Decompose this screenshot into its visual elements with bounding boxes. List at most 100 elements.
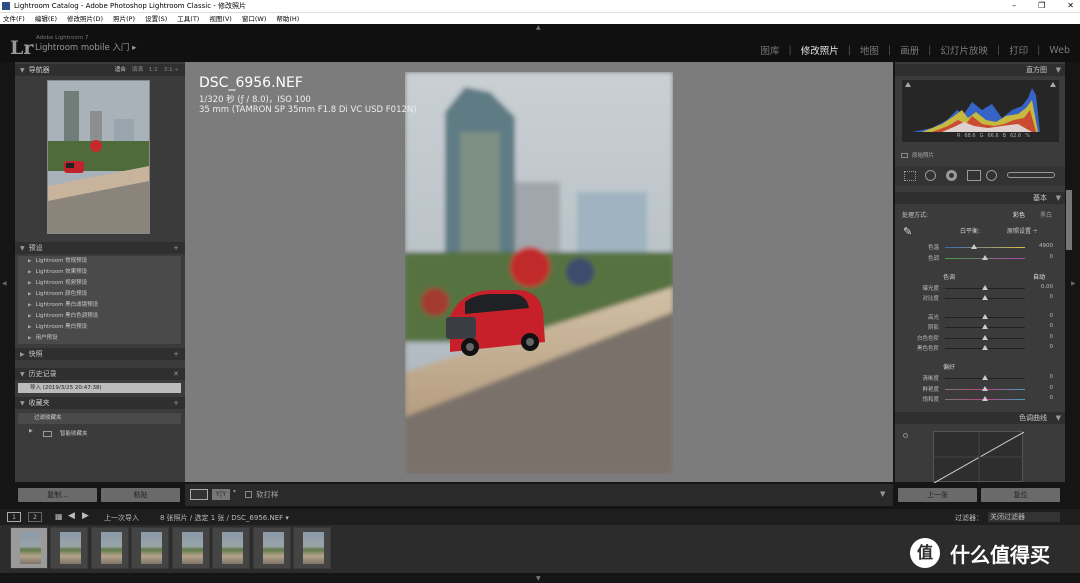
toolbar-menu-icon[interactable]: ▼ bbox=[880, 490, 885, 498]
exposure-slider[interactable]: 曝光度 0.00 bbox=[895, 284, 1065, 294]
module-develop[interactable]: 修改照片 bbox=[801, 43, 839, 57]
source-previous-import[interactable]: 上一次导入 bbox=[104, 513, 139, 523]
main-photo[interactable] bbox=[405, 72, 673, 474]
preset-folder[interactable]: Lightroom 黑白滤镜预设 bbox=[18, 300, 181, 311]
tone-curve-graph[interactable] bbox=[933, 431, 1025, 484]
menu-develop[interactable]: 修改照片(D) bbox=[67, 13, 103, 24]
menu-tools[interactable]: 工具(T) bbox=[177, 13, 199, 24]
spot-removal-icon[interactable] bbox=[925, 170, 936, 181]
slider-knob[interactable] bbox=[982, 345, 988, 350]
menu-view[interactable]: 视图(V) bbox=[209, 13, 232, 24]
blacks-slider[interactable]: 黑色色阶 0 bbox=[895, 344, 1065, 354]
clarity-slider[interactable]: 清晰度 0 bbox=[895, 374, 1065, 384]
adjustment-brush-icon[interactable] bbox=[1007, 172, 1055, 178]
close-button[interactable]: ✕ bbox=[1067, 0, 1074, 12]
preset-folder[interactable]: Lightroom 颜色预设 bbox=[18, 289, 181, 300]
highlights-slider[interactable]: 高光 0 bbox=[895, 313, 1065, 323]
slider-knob[interactable] bbox=[982, 295, 988, 300]
navigator-header[interactable]: ▼ 导航器 适合 填满 1:1 3:1 ÷ bbox=[15, 64, 185, 76]
histogram-header[interactable]: 直方图 ▼ bbox=[895, 64, 1065, 76]
filmstrip-thumb[interactable] bbox=[50, 527, 88, 569]
curve-target-icon[interactable] bbox=[903, 433, 908, 438]
preset-folder[interactable]: Lightroom 效果预设 bbox=[18, 267, 181, 278]
snapshots-header[interactable]: ▶ 快照 + bbox=[15, 348, 185, 360]
filmstrip-thumb[interactable] bbox=[293, 527, 331, 569]
auto-button[interactable]: 自动 bbox=[1033, 272, 1045, 281]
menu-settings[interactable]: 设置(S) bbox=[145, 13, 167, 24]
menu-help[interactable]: 帮助(H) bbox=[276, 13, 299, 24]
preset-folder[interactable]: Lightroom 黑白色调预设 bbox=[18, 311, 181, 322]
softproof-checkbox[interactable] bbox=[245, 491, 252, 498]
back-icon[interactable]: ◀ bbox=[68, 511, 75, 521]
slider-knob[interactable] bbox=[982, 255, 988, 260]
wb-select[interactable]: 原照设置 ÷ bbox=[1007, 226, 1038, 235]
collapse-right-icon[interactable]: ▶ bbox=[1071, 280, 1076, 287]
vibrance-slider[interactable]: 鲜艳度 0 bbox=[895, 385, 1065, 395]
navigator-preview[interactable] bbox=[47, 80, 150, 234]
collapse-top-icon[interactable]: ▲ bbox=[536, 24, 541, 31]
slider-knob[interactable] bbox=[982, 386, 988, 391]
zoom-fit[interactable]: 适合 bbox=[115, 64, 126, 76]
filmstrip-thumb[interactable] bbox=[131, 527, 169, 569]
slider-knob[interactable] bbox=[970, 244, 977, 249]
filmstrip-thumb[interactable] bbox=[172, 527, 210, 569]
tonecurve-header[interactable]: 色调曲线 ▼ bbox=[895, 412, 1065, 424]
menu-window[interactable]: 窗口(W) bbox=[242, 13, 267, 24]
menu-edit[interactable]: 编辑(E) bbox=[35, 13, 57, 24]
crop-tool-icon[interactable] bbox=[904, 171, 916, 181]
presets-header[interactable]: ▼ 预设 + bbox=[15, 242, 185, 254]
window-2-button[interactable]: 2 bbox=[28, 512, 42, 522]
history-header[interactable]: ▼ 历史记录 ✕ bbox=[15, 368, 185, 380]
zoom-3to1[interactable]: 3:1 ÷ bbox=[164, 64, 179, 76]
preset-folder[interactable]: Lightroom 黑白预设 bbox=[18, 322, 181, 333]
filmstrip-thumb[interactable] bbox=[91, 527, 129, 569]
paste-button[interactable]: 粘贴 bbox=[101, 488, 180, 502]
treatment-bw[interactable]: 黑白 bbox=[1040, 210, 1052, 219]
slider-knob[interactable] bbox=[982, 324, 988, 329]
forward-icon[interactable]: ▶ bbox=[82, 511, 89, 521]
slider-knob[interactable] bbox=[982, 396, 988, 401]
menu-photo[interactable]: 照片(P) bbox=[113, 13, 135, 24]
module-library[interactable]: 图库 bbox=[760, 43, 779, 57]
shadows-slider[interactable]: 阴影 0 bbox=[895, 323, 1065, 333]
history-step[interactable]: 导入 (2019/3/25 20:47:38) bbox=[18, 383, 181, 393]
loupe-view-icon[interactable] bbox=[190, 489, 208, 500]
copy-button[interactable]: 复制... bbox=[18, 488, 97, 502]
selection-status[interactable]: 8 张照片 / 选定 1 张 / DSC_6956.NEF ▾ bbox=[160, 513, 289, 523]
whites-slider[interactable]: 白色色阶 0 bbox=[895, 334, 1065, 344]
slider-knob[interactable] bbox=[982, 314, 988, 319]
expand-icon[interactable]: ▶ bbox=[29, 428, 33, 434]
zoom-1to1[interactable]: 1:1 bbox=[149, 64, 158, 76]
preset-folder[interactable]: 用户预设 bbox=[18, 333, 181, 344]
filmstrip-thumb[interactable] bbox=[253, 527, 291, 569]
maximize-button[interactable]: ❐ bbox=[1038, 0, 1045, 12]
filter-select[interactable]: 关闭过滤器 bbox=[988, 512, 1060, 522]
identity-plate[interactable]: Lightroom mobile 入门 ▸ bbox=[35, 41, 136, 53]
slider-knob[interactable] bbox=[982, 375, 988, 380]
saturation-slider[interactable]: 饱和度 0 bbox=[895, 395, 1065, 405]
before-after-dropdown-icon[interactable]: ▾ bbox=[233, 488, 236, 495]
before-after-icon[interactable]: Y|Y bbox=[212, 489, 230, 500]
treatment-color[interactable]: 彩色 bbox=[1013, 210, 1025, 219]
filmstrip-thumb[interactable] bbox=[10, 527, 48, 569]
menu-file[interactable]: 文件(F) bbox=[3, 13, 25, 24]
zoom-fill[interactable]: 填满 bbox=[132, 64, 143, 76]
collections-header[interactable]: ▼ 收藏夹 + bbox=[15, 397, 185, 409]
histogram[interactable]: R 68.6 G 66.6 B 62.6% bbox=[902, 80, 1059, 142]
module-print[interactable]: 打印 bbox=[1009, 43, 1028, 57]
collapse-bottom-icon[interactable]: ▼ bbox=[536, 575, 541, 582]
previous-button[interactable]: 上一张 bbox=[898, 488, 977, 502]
filmstrip-thumb[interactable] bbox=[212, 527, 250, 569]
module-slideshow[interactable]: 幻灯片放映 bbox=[940, 43, 988, 57]
highlight-clipping-icon[interactable] bbox=[1050, 82, 1056, 87]
tint-slider[interactable]: 色调 0 bbox=[895, 254, 1065, 264]
shadow-clipping-icon[interactable] bbox=[905, 82, 911, 87]
graduated-filter-icon[interactable] bbox=[967, 170, 981, 181]
window-1-button[interactable]: 1 bbox=[7, 512, 21, 522]
reset-button[interactable]: 复位 bbox=[981, 488, 1060, 502]
collection-filter[interactable]: 过滤收藏夹 bbox=[18, 413, 181, 424]
slider-knob[interactable] bbox=[982, 335, 988, 340]
grid-view-icon[interactable]: ▦ bbox=[55, 512, 63, 521]
module-map[interactable]: 地图 bbox=[860, 43, 879, 57]
module-web[interactable]: Web bbox=[1049, 45, 1070, 56]
